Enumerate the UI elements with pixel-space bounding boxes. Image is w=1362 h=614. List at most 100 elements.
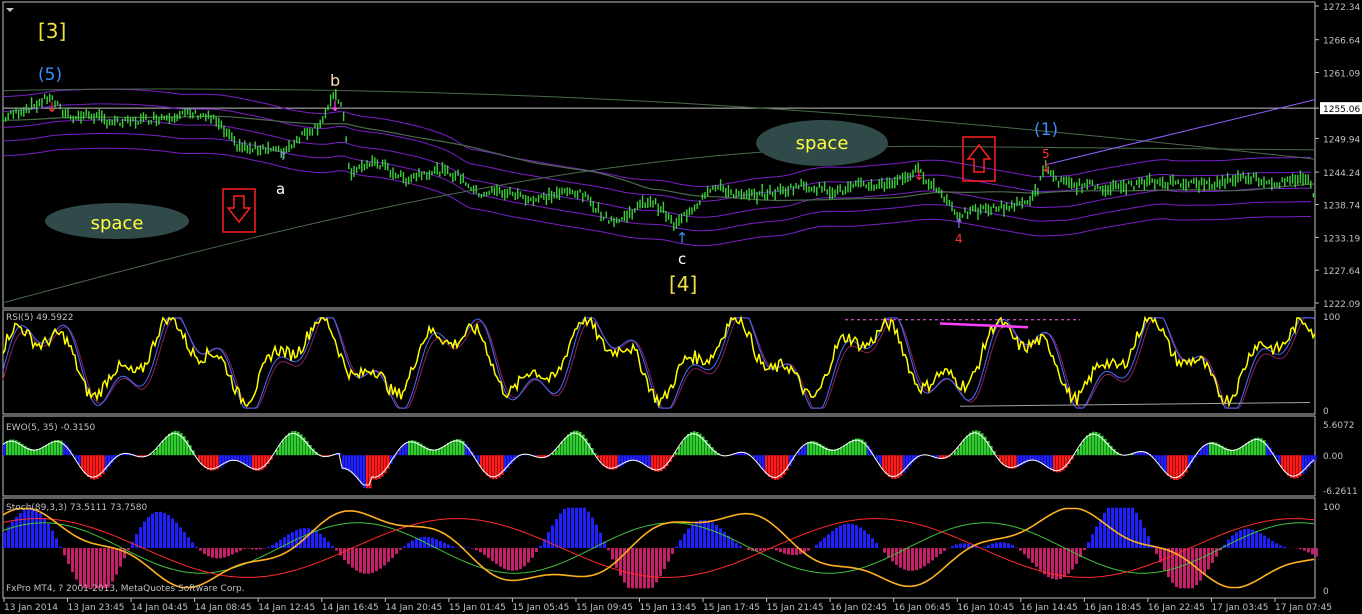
ewo-bar [447, 443, 450, 456]
rsi-scale-bottom: 0 [1323, 407, 1329, 417]
price-tick-label: 1261.09 [1323, 69, 1360, 79]
stoch-histogram-bar [223, 548, 226, 558]
wave-4-label: [4] [669, 272, 697, 296]
price-pane[interactable] [2, 88, 1316, 304]
stoch-histogram-bar [491, 548, 494, 561]
stoch-histogram-bar [59, 546, 62, 548]
stoch-histogram-bar [275, 542, 278, 548]
stoch-histogram-bar [643, 548, 646, 589]
ema-band-line [2, 103, 1312, 202]
stoch-histogram-bar [615, 548, 618, 568]
time-tick-label: 13 Jan 23:45 [68, 603, 125, 613]
stoch-histogram-bar [335, 548, 338, 551]
stoch-histogram-bar [331, 545, 334, 548]
stoch-histogram-bar [567, 507, 570, 548]
stoch-histogram-bar [287, 534, 290, 548]
stoch-histogram-bar [91, 548, 94, 589]
stoch-histogram-bar [1255, 531, 1258, 548]
ewo-bar [852, 439, 855, 456]
stoch-histogram-bar [795, 548, 798, 555]
stoch-histogram-bar [19, 513, 22, 548]
ewo-bar [1089, 432, 1092, 456]
stoch-histogram-bar [467, 547, 470, 548]
ewo-bar [408, 440, 411, 456]
ewo-bar [453, 439, 456, 456]
ewo-bar [1092, 431, 1095, 456]
stoch-histogram-bar [707, 520, 710, 548]
trading-chart[interactable]: 1272.34 1266.64 1261.09 1255.06 1249.94 1244.… [0, 0, 1362, 614]
wave-a-label: a [276, 180, 285, 198]
stoch-histogram-bar [903, 548, 906, 570]
stoch-histogram-bar [251, 548, 254, 550]
ewo-bar [1077, 448, 1080, 456]
stoch-histogram-bar [647, 548, 650, 589]
stoch-histogram-bar [711, 522, 714, 548]
stoch-histogram-bar [991, 543, 994, 548]
fractal-up-icon: ↑ [954, 217, 965, 232]
ewo-bar [1203, 445, 1206, 456]
ewo-bar [1314, 455, 1317, 461]
ewo-bar [684, 437, 687, 456]
ewo-bar [1248, 441, 1251, 456]
wave-5-label: (5) [38, 65, 62, 85]
chart-menu-icon[interactable] [6, 8, 14, 12]
stoch-pane[interactable] [2, 507, 1318, 589]
stoch-histogram-bar [779, 548, 782, 553]
stoch-histogram-bar [187, 537, 190, 548]
stoch-histogram-bar [723, 531, 726, 548]
stoch-histogram-bar [919, 548, 922, 569]
stoch-histogram-bar [171, 518, 174, 548]
stoch-histogram-bar [927, 548, 930, 564]
ewo-bar [573, 430, 576, 456]
ewo-bar [159, 444, 162, 456]
stoch-histogram-bar [791, 548, 794, 556]
stoch-histogram-bar [415, 538, 418, 548]
ewo-bar [375, 455, 378, 480]
time-tick-label: 16 Jan 10:45 [957, 603, 1014, 613]
stoch-histogram-bar [951, 546, 954, 548]
stoch-histogram-bar [911, 548, 914, 571]
price-tick-label: 1222.09 [1323, 300, 1360, 310]
up-arrow-box-icon [962, 136, 996, 182]
stoch-histogram-bar [515, 548, 518, 571]
ewo-bar [1242, 445, 1245, 456]
stoch-histogram-bar [1279, 545, 1282, 548]
chart-panes [2, 1, 1316, 599]
stoch-histogram-bar [1207, 548, 1210, 570]
stoch-histogram-bar [1063, 548, 1066, 578]
ewo-bar [603, 455, 606, 466]
stoch-histogram-bar [99, 548, 102, 589]
ewo-bar [1164, 455, 1167, 473]
stoch-histogram-bar [631, 548, 634, 589]
stoch-histogram-bar [1243, 529, 1246, 548]
rsi-pane[interactable] [2, 315, 1316, 409]
ewo-pane[interactable] [2, 430, 1317, 489]
stoch-histogram-bar [359, 548, 362, 573]
stoch-histogram-bar [1303, 548, 1306, 551]
ewo-bar [489, 455, 492, 479]
stoch-histogram-bar [255, 548, 258, 550]
stoch-histogram-bar [1043, 548, 1046, 575]
time-tick-label: 14 Jan 20:45 [385, 603, 442, 613]
price-tick-label: 1238.74 [1323, 202, 1360, 212]
stoch-histogram-bar [535, 548, 538, 553]
stoch-histogram-bar [399, 548, 402, 550]
stoch-histogram-bar [1267, 538, 1270, 548]
ewo-bar [966, 435, 969, 456]
fractal-down-icon: ↓ [1040, 160, 1052, 176]
ewo-bar [804, 443, 807, 456]
ewo-bar [366, 455, 369, 489]
stoch-histogram-bar [595, 524, 598, 548]
down-arrow-box-icon [222, 188, 256, 233]
stoch-histogram-bar [591, 517, 594, 548]
ewo-bar [1206, 443, 1209, 456]
stoch-histogram-bar [151, 513, 154, 548]
stoch-histogram-bar [1095, 526, 1098, 548]
stoch-histogram-bar [963, 543, 966, 548]
stoch-histogram-bar [383, 548, 386, 566]
stoch-histogram-bar [419, 537, 422, 548]
stoch-histogram-bar [71, 548, 74, 573]
stoch-label: Stoch(89,3,3) 73.5111 73.7580 [6, 503, 147, 513]
ewo-bar [405, 442, 408, 456]
stoch-histogram-bar [355, 548, 358, 571]
